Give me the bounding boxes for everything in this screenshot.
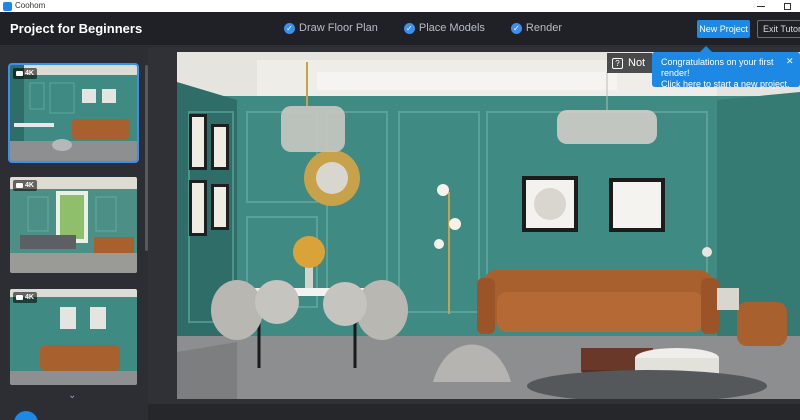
help-square-icon: ?: [612, 57, 623, 69]
thumbnail-image: [10, 65, 137, 161]
overlay-label: Not: [628, 57, 646, 69]
render-list-sidebar: 4K 4K 4K ⌄: [0, 47, 148, 420]
coohom-logo-icon: [3, 1, 12, 11]
render-scene: [177, 52, 800, 399]
check-circle-icon: ✓: [510, 22, 522, 34]
project-title: Project for Beginners: [10, 21, 143, 36]
render-info-overlay[interactable]: ? Not: [607, 53, 652, 73]
resolution-badge: 4K: [13, 68, 37, 79]
thumbnail-image: [10, 177, 137, 273]
maximize-button[interactable]: [774, 0, 800, 12]
exit-tutorial-button[interactable]: Exit Tutoria: [757, 20, 800, 38]
render-thumbnail-1[interactable]: 4K: [8, 63, 139, 163]
window-titlebar: Coohom: [0, 0, 800, 12]
chevron-down-icon[interactable]: ⌄: [68, 390, 76, 401]
toast-line-1: Congratulations on your first render!: [661, 57, 774, 78]
camera-icon: [16, 71, 23, 76]
check-circle-icon: ✓: [403, 22, 415, 34]
congrats-toast[interactable]: Congratulations on your first render! Cl…: [652, 52, 800, 89]
thumbnail-image: [10, 289, 137, 385]
app-header: Project for Beginners ✓ Draw Floor Plan …: [0, 12, 800, 46]
camera-icon: [16, 183, 23, 188]
render-image: [177, 52, 800, 399]
bottom-bar: [148, 404, 800, 420]
step-render[interactable]: ✓ Render: [510, 22, 562, 34]
camera-icon: [16, 295, 23, 300]
step-place-models[interactable]: ✓ Place Models: [403, 22, 485, 34]
help-fab-button[interactable]: [14, 411, 38, 420]
minimize-button[interactable]: [748, 0, 774, 12]
step-label: Render: [525, 22, 562, 34]
resolution-badge: 4K: [13, 180, 37, 191]
step-label: Draw Floor Plan: [299, 22, 378, 34]
render-thumbnail-3[interactable]: 4K: [10, 289, 137, 385]
step-label: Place Models: [418, 22, 485, 34]
close-icon[interactable]: ✕: [786, 56, 794, 67]
maximize-icon: [783, 2, 791, 10]
render-thumbnail-2[interactable]: 4K: [10, 177, 137, 273]
tutorial-steps: ✓ Draw Floor Plan ✓ Place Models ✓ Rende…: [284, 22, 562, 34]
window-controls: [748, 0, 800, 12]
check-circle-icon: ✓: [284, 22, 295, 34]
minimize-icon: [757, 5, 765, 7]
new-project-button[interactable]: New Project: [697, 20, 750, 38]
render-viewer: ? Not: [148, 47, 800, 420]
app-name: Coohom: [15, 1, 46, 10]
resolution-badge: 4K: [13, 292, 37, 303]
toast-line-2: Click here to start a new project.: [661, 79, 790, 89]
step-draw-floor-plan[interactable]: ✓ Draw Floor Plan: [284, 22, 378, 34]
